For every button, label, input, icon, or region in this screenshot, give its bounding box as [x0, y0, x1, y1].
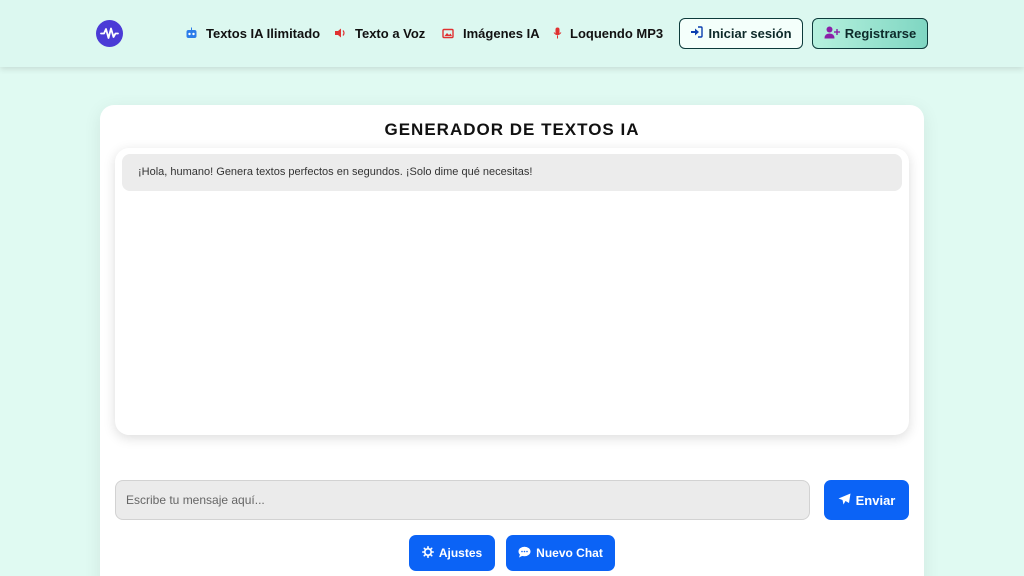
sign-in-icon	[690, 26, 704, 41]
paper-plane-icon	[838, 493, 851, 508]
register-label: Registrarse	[844, 26, 917, 41]
microphone-icon	[553, 26, 562, 40]
send-label: Enviar	[855, 492, 896, 508]
page-title: GENERADOR DE TEXTOS IA	[384, 120, 640, 139]
send-button[interactable]: Enviar	[824, 480, 909, 520]
settings-button[interactable]: Ajustes	[409, 535, 495, 571]
nav-item-imagenes-ia[interactable]: Imágenes IA	[441, 22, 540, 44]
chat-messages-area[interactable]	[115, 148, 909, 435]
login-button[interactable]: Iniciar sesión	[679, 18, 803, 49]
message-input[interactable]	[115, 480, 810, 520]
nav-item-label: Textos IA Ilimitado	[206, 25, 321, 41]
user-plus-icon	[824, 26, 840, 42]
top-navbar: Textos IA Ilimitado Texto a Voz Imágenes…	[0, 0, 1024, 67]
bot-message: ¡Hola, humano! Genera textos perfectos e…	[122, 154, 902, 191]
nav-item-texto-a-voz[interactable]: Texto a Voz	[333, 22, 425, 44]
new-chat-button[interactable]: Nuevo Chat	[506, 535, 615, 571]
new-chat-label: Nuevo Chat	[536, 546, 603, 560]
robot-icon	[184, 26, 198, 40]
nav-item-label: Imágenes IA	[463, 25, 540, 41]
settings-label: Ajustes	[438, 546, 483, 560]
image-icon	[441, 26, 455, 40]
speaker-icon	[333, 26, 347, 40]
nav-item-loquendo-mp3[interactable]: Loquendo MP3	[553, 22, 663, 44]
login-label: Iniciar sesión	[708, 26, 792, 41]
nav-item-label: Texto a Voz	[355, 25, 426, 41]
bot-message-text: ¡Hola, humano! Genera textos perfectos e…	[138, 166, 533, 178]
register-button[interactable]: Registrarse	[812, 18, 928, 49]
waveform-logo-icon[interactable]	[96, 20, 123, 47]
nav-item-label: Loquendo MP3	[570, 25, 664, 41]
gear-icon	[421, 545, 434, 561]
comment-icon	[518, 546, 531, 561]
nav-item-textos-ia[interactable]: Textos IA Ilimitado	[184, 22, 320, 44]
